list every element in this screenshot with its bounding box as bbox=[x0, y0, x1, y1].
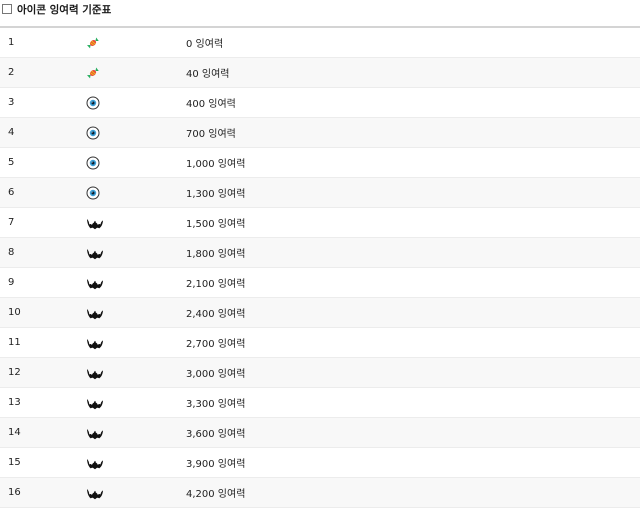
table-row: 12 3,000 잉여력 bbox=[0, 358, 640, 388]
row-rank: 13 bbox=[8, 397, 21, 408]
checkbox-icon[interactable] bbox=[2, 4, 12, 14]
row-rank: 6 bbox=[8, 187, 15, 198]
row-value: 1,800 잉여력 bbox=[186, 249, 246, 260]
row-value: 3,600 잉여력 bbox=[186, 429, 246, 440]
row-value: 1,500 잉여력 bbox=[186, 219, 246, 230]
bat-icon bbox=[86, 366, 104, 380]
row-rank: 8 bbox=[8, 247, 15, 258]
bat-icon bbox=[86, 486, 104, 500]
table-row: 4 700 잉여력 bbox=[0, 118, 640, 148]
table-row: 11 2,700 잉여력 bbox=[0, 328, 640, 358]
row-value: 2,700 잉여력 bbox=[186, 339, 246, 350]
row-rank: 14 bbox=[8, 427, 21, 438]
row-value: 0 잉여력 bbox=[186, 39, 224, 50]
row-rank: 9 bbox=[8, 277, 15, 288]
icon-level-table: 1 0 잉여력 2 40 잉여력 3 400 잉여력 4 700 잉여력 5 1,000 잉여력 6… bbox=[0, 28, 640, 508]
row-rank: 4 bbox=[8, 127, 15, 138]
table-row: 13 3,300 잉여력 bbox=[0, 388, 640, 418]
bat-icon bbox=[86, 456, 104, 470]
row-value: 2,100 잉여력 bbox=[186, 279, 246, 290]
bat-icon bbox=[86, 246, 104, 260]
bat-icon bbox=[86, 396, 104, 410]
table-row: 6 1,300 잉여력 bbox=[0, 178, 640, 208]
table-row: 1 0 잉여력 bbox=[0, 28, 640, 58]
table-row: 10 2,400 잉여력 bbox=[0, 298, 640, 328]
row-value: 40 잉여력 bbox=[186, 69, 230, 80]
row-value: 1,300 잉여력 bbox=[186, 189, 246, 200]
table-row: 7 1,500 잉여력 bbox=[0, 208, 640, 238]
row-value: 400 잉여력 bbox=[186, 99, 236, 110]
bat-icon bbox=[86, 306, 104, 320]
table-row: 5 1,000 잉여력 bbox=[0, 148, 640, 178]
eyeball-icon bbox=[86, 186, 100, 200]
row-value: 3,300 잉여력 bbox=[186, 399, 246, 410]
row-rank: 3 bbox=[8, 97, 15, 108]
bat-icon bbox=[86, 216, 104, 230]
row-rank: 1 bbox=[8, 37, 15, 48]
candy-icon bbox=[86, 66, 100, 80]
eyeball-icon bbox=[86, 96, 100, 110]
table-row: 2 40 잉여력 bbox=[0, 58, 640, 88]
table-row: 8 1,800 잉여력 bbox=[0, 238, 640, 268]
table-row: 14 3,600 잉여력 bbox=[0, 418, 640, 448]
row-value: 700 잉여력 bbox=[186, 129, 236, 140]
row-rank: 11 bbox=[8, 337, 21, 348]
row-value: 2,400 잉여력 bbox=[186, 309, 246, 320]
row-value: 3,000 잉여력 bbox=[186, 369, 246, 380]
row-rank: 10 bbox=[8, 307, 21, 318]
row-value: 4,200 잉여력 bbox=[186, 489, 246, 500]
table-row: 15 3,900 잉여력 bbox=[0, 448, 640, 478]
page-title: 아이콘 잉여력 기준표 bbox=[17, 3, 112, 16]
row-value: 3,900 잉여력 bbox=[186, 459, 246, 470]
bat-icon bbox=[86, 426, 104, 440]
table-row: 9 2,100 잉여력 bbox=[0, 268, 640, 298]
bat-icon bbox=[86, 276, 104, 290]
row-rank: 15 bbox=[8, 457, 21, 468]
bat-icon bbox=[86, 336, 104, 350]
table-header: 아이콘 잉여력 기준표 bbox=[0, 0, 640, 24]
table-row: 16 4,200 잉여력 bbox=[0, 478, 640, 508]
row-rank: 7 bbox=[8, 217, 15, 228]
row-value: 1,000 잉여력 bbox=[186, 159, 246, 170]
eyeball-icon bbox=[86, 126, 100, 140]
row-rank: 5 bbox=[8, 157, 15, 168]
row-rank: 16 bbox=[8, 487, 21, 498]
candy-icon bbox=[86, 36, 100, 50]
row-rank: 12 bbox=[8, 367, 21, 378]
table-row: 3 400 잉여력 bbox=[0, 88, 640, 118]
eyeball-icon bbox=[86, 156, 100, 170]
row-rank: 2 bbox=[8, 67, 15, 78]
